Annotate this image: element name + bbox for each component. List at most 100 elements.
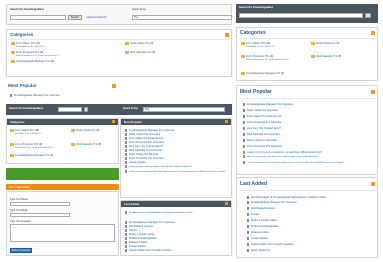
list-item[interactable]: Get Advantages of Knowledgebase Manageme… [125,211,229,215]
rss-icon[interactable] [371,182,375,186]
form-title: Ask a Question [9,185,30,189]
list-item[interactable]: Knowledgebase Manager Pro Overview [125,129,175,132]
list-item[interactable]: Groups [125,229,137,232]
folder-icon [11,60,15,63]
subcategory-links[interactable]: Form Maker Pro 6.0, KB Dat 2.3 [16,46,45,48]
email-field[interactable] [10,213,70,217]
list-item[interactable]: Flash Charts Pro Overview [243,109,278,112]
list-item[interactable]: Knowledgebase Manager Pro Overview [247,201,297,204]
quick-jump-label-dark: Quick Jump [123,107,138,110]
list-item[interactable]: I don't receive any email after form sub… [125,170,229,174]
category-item[interactable]: Flash Charts Pro (9) [125,42,153,45]
list-item[interactable]: Add Related Content [125,225,153,228]
category-item[interactable]: Knowledgebase Manager Pro (4) [10,154,53,157]
right-search-button[interactable] [365,13,371,18]
green-banner [6,168,119,180]
list-item[interactable]: I don't receive any email after form sub… [243,161,375,165]
category-item[interactable]: Web Calendar Pro (5) [125,51,155,54]
list-item[interactable]: Create Articles [247,237,268,240]
right-most-popular-title: Most Popular [240,89,272,95]
rss-icon[interactable] [371,90,375,94]
search-button[interactable]: Search [68,15,82,20]
search-input[interactable] [10,15,66,20]
list-item[interactable]: How Can I Fix 'Upload' Error? [125,145,163,148]
categories-title-dark: Categories [10,120,25,124]
list-item[interactable]: Form Maker Pro Features List [125,137,163,140]
list-item[interactable]: Knowledgebase Manager Pro Overview [243,103,293,106]
search-panel: Search the KnowledgeBase Search Advanced… [6,4,232,25]
right-last-added-title: Last Added [240,181,268,187]
list-item[interactable]: Web Calendar Pro Overview [125,149,162,152]
most-popular-panel-dark: Most Popular Knowledgebase Manager Pro O… [120,118,232,198]
submit-question-button[interactable]: Submit Question [10,248,32,253]
list-item[interactable]: Get Advantages of Knowledgebase Manageme… [247,196,326,199]
list-item[interactable]: I want my forms to be emailed to my web … [243,151,322,154]
category-item[interactable]: Flash Charts Pro (9) [311,42,339,45]
folder-icon [11,51,15,54]
right-categories-panel: Categories Form Maker Pro (10) Form Make… [236,27,378,81]
category-item[interactable]: Web Calendar Pro (5) [71,143,101,146]
advanced-search-link[interactable]: Advanced Search [86,16,106,19]
list-item[interactable]: Flash Charts Pro [247,249,270,252]
email-label: Type Your Email [10,209,28,212]
name-field[interactable] [10,202,70,206]
right-categories-title: Categories [240,30,266,36]
right-last-added-panel: Last Added Get Advantages of Knowledgeba… [236,177,378,258]
list-item[interactable]: Publish Knowledgebase [125,237,157,240]
category-item[interactable]: Knowledgebase Manager Pro (4) [11,60,54,63]
rss-icon[interactable] [225,202,228,205]
list-item[interactable]: Form Maker Pro Features List [243,115,281,118]
document-icon [10,94,13,97]
search-title-dark: Search the KnowledgeBase [9,107,44,110]
list-item[interactable]: Knowledgebase Manager Pro Overview [10,94,60,97]
quick-jump-select[interactable]: Top [132,15,232,20]
list-item[interactable]: Form Processor Pro Overview [243,121,282,124]
list-item[interactable]: Flash Charts Pro Benefits [125,153,158,156]
list-item[interactable]: Related Articles [247,231,269,234]
categories-title: Categories [10,32,34,37]
list-item[interactable]: Form Processor Pro Overview [243,145,282,148]
question-textarea[interactable] [10,224,115,242]
most-popular-title: Most Popular [8,83,37,88]
rss-icon[interactable] [225,33,229,37]
list-item[interactable]: Share a Simple Article [247,219,276,222]
list-item[interactable]: I want my forms to be emailed to my web … [125,165,192,169]
rss-icon[interactable] [112,120,115,123]
categories-panel: Categories Form Maker Pro (10) Form Make… [6,29,232,77]
search-input-dark[interactable] [58,107,82,112]
list-item[interactable]: Groups [247,213,259,216]
list-item[interactable]: Knowledgebase Manager Pro Overview [125,221,175,224]
category-item[interactable]: Knowledgebase Manager Pro (4) [241,72,284,75]
list-item[interactable]: Publish Knowledgebase [247,225,279,228]
folder-icon [11,42,15,45]
list-item[interactable]: Web Calendar Pro Overview [243,133,280,136]
rss-icon[interactable] [112,84,116,88]
list-item[interactable]: Form Processor Pro Overview [125,141,164,144]
category-item[interactable]: Flash Charts Pro (9) [71,129,99,132]
list-item[interactable]: How Can I Fix 'Upload' Error? [243,127,281,130]
list-item[interactable]: Create Articles [125,245,146,248]
subcategory-links[interactable]: Form Processor Pro 1.4, Form Processor P… [16,55,60,57]
list-item[interactable]: Flash Charts Pro Benefits [243,139,276,142]
question-form: Type Your Name Type Your Email Type Your… [6,191,119,256]
search-button-dark[interactable] [84,107,88,112]
list-item[interactable]: Customizable User Friendly Interface [125,249,172,252]
most-popular-title-dark: Most Popular [124,120,142,124]
name-label: Type Your Name [10,198,28,201]
list-item[interactable]: Add Related Content [247,207,275,210]
category-item[interactable]: Web Calendar Pro (5) [311,55,341,58]
list-item[interactable]: Share a Simple Article [125,233,154,236]
right-search-input[interactable] [239,13,363,18]
list-item[interactable]: Flash Charts Pro Overview [125,133,160,136]
quick-jump-select-dark[interactable]: Top [143,107,225,112]
list-item[interactable]: Customizable User Friendly Interface [247,243,294,246]
last-added-panel-dark: Last Added Get Advantages of Knowledgeba… [120,200,232,256]
rss-icon[interactable] [371,31,375,35]
list-item[interactable]: Related Articles [125,241,147,244]
right-search-title: Search the KnowledgeBase [239,6,274,9]
list-item[interactable]: How to create your email alert from cust… [243,155,319,159]
list-item[interactable]: Form Processor Pro Overview [125,157,164,160]
list-item[interactable]: Create Articles [125,161,146,164]
rss-icon[interactable] [225,120,228,123]
quick-jump-value: Top [134,16,139,19]
